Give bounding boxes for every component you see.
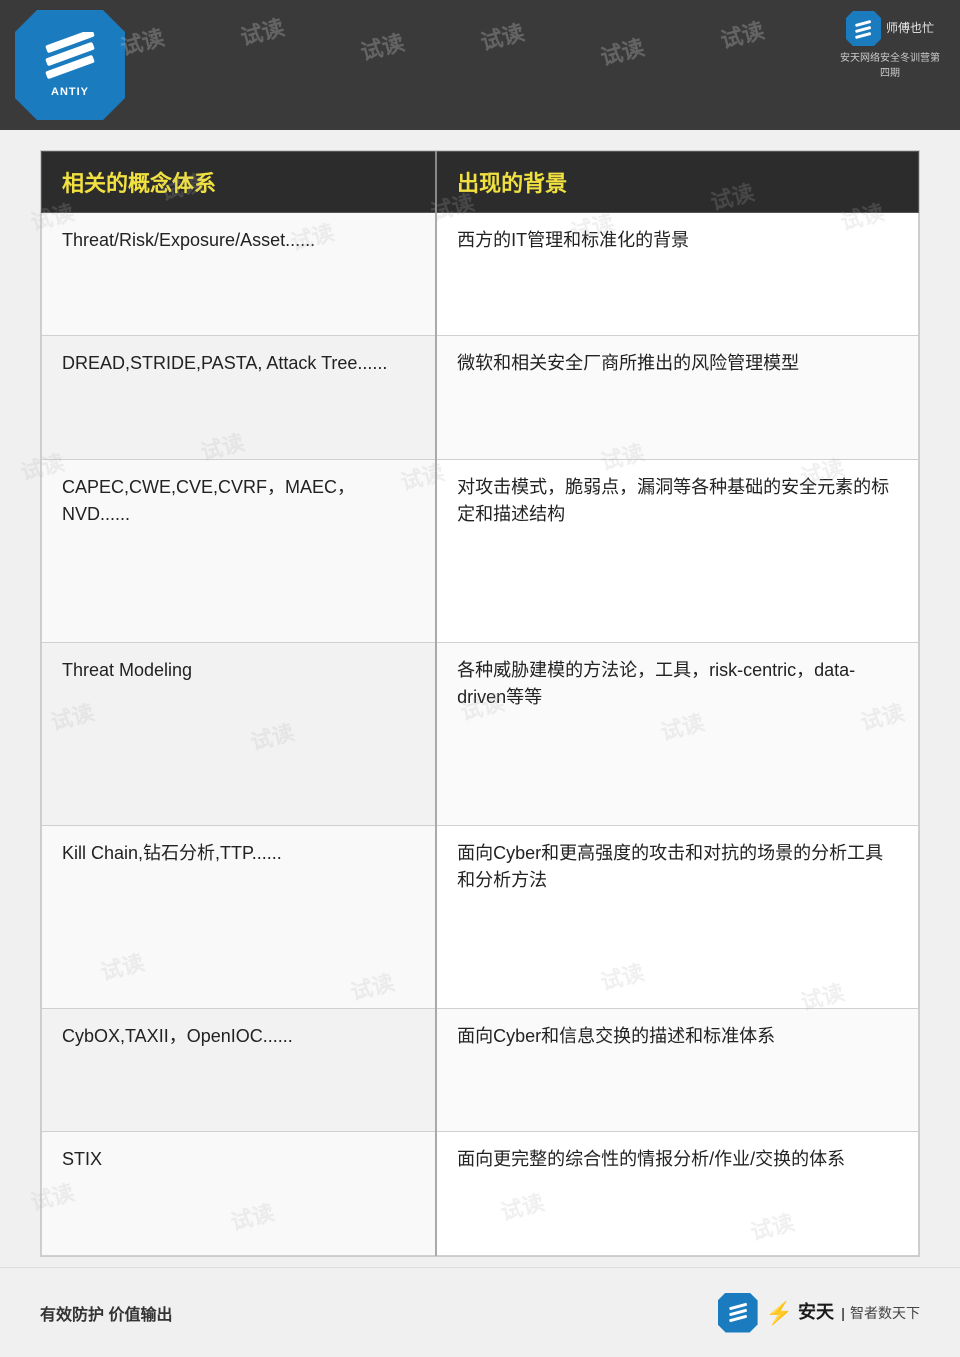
table-row: DREAD,STRIDE,PASTA, Attack Tree......微软和… [42,336,919,459]
main-content: 相关的概念体系 出现的背景 Threat/Risk/Exposure/Asset… [40,150,920,1257]
left-cell-5: CybOX,TAXII，OpenIOC...... [42,1008,437,1131]
logo-text: ANTIY [51,86,89,98]
footer: 有效防护 价值输出 ⚡ 安天 | 智者数天下 [0,1267,960,1357]
left-header: 相关的概念体系 [42,152,437,213]
footer-brand-name: ⚡ 安天 | 智者数天下 [766,1298,920,1326]
left-cell-0: Threat/Risk/Exposure/Asset...... [42,213,437,336]
table-row: CAPEC,CWE,CVE,CVRF，MAEC，NVD......对攻击模式，脆… [42,459,919,642]
header-watermark-2: 试读 [237,10,288,52]
right-header: 出现的背景 [436,152,918,213]
footer-brand-block: ⚡ 安天 | 智者数天下 [766,1298,920,1326]
header-logo: ANTIY [15,10,125,120]
table-body: Threat/Risk/Exposure/Asset......西方的IT管理和… [42,213,919,1256]
header: ANTIY 试读 试读 试读 试读 试读 试读 师傅也忙 安天网络安全冬训营第四… [0,0,960,130]
header-right-main-text: 师傅也忙 [886,20,934,37]
header-right-logo-icon [846,11,881,46]
right-cell-0: 西方的IT管理和标准化的背景 [436,213,918,336]
table-row: STIX面向更完整的综合性的情报分析/作业/交换的体系 [42,1132,919,1256]
table-row: Threat/Risk/Exposure/Asset......西方的IT管理和… [42,213,919,336]
table-row: Kill Chain,钻石分析,TTP......面向Cyber和更高强度的攻击… [42,825,919,1008]
left-cell-6: STIX [42,1132,437,1256]
header-watermark-3: 试读 [357,25,408,67]
header-watermark-1: 试读 [117,20,168,62]
header-row: 相关的概念体系 出现的背景 [42,152,919,213]
table-header: 相关的概念体系 出现的背景 [42,152,919,213]
table-row: Threat Modeling各种威胁建模的方法论，工具，risk-centri… [42,642,919,825]
footer-tagline: 有效防护 价值输出 [40,1301,172,1325]
header-right-subtitle: 安天网络安全冬训营第四期 [840,49,940,79]
header-right-logo: 师傅也忙 安天网络安全冬训营第四期 [840,10,940,80]
logo-stripes [40,32,100,82]
table-row: CybOX,TAXII，OpenIOC......面向Cyber和信息交换的描述… [42,1008,919,1131]
left-cell-4: Kill Chain,钻石分析,TTP...... [42,825,437,1008]
footer-brand-sub: 智者数天下 [850,1305,920,1321]
left-cell-3: Threat Modeling [42,642,437,825]
footer-logo-icon [718,1293,758,1333]
right-cell-5: 面向Cyber和信息交换的描述和标准体系 [436,1008,918,1131]
right-cell-3: 各种威胁建模的方法论，工具，risk-centric，data-driven等等 [436,642,918,825]
header-right-text-block: 师傅也忙 [886,20,934,37]
left-cell-1: DREAD,STRIDE,PASTA, Attack Tree...... [42,336,437,459]
right-cell-2: 对攻击模式，脆弱点，漏洞等各种基础的安全元素的标定和描述结构 [436,459,918,642]
right-cell-6: 面向更完整的综合性的情报分析/作业/交换的体系 [436,1132,918,1256]
right-cell-4: 面向Cyber和更高强度的攻击和对抗的场景的分析工具和分析方法 [436,825,918,1008]
header-watermark-5: 试读 [597,30,648,72]
left-cell-2: CAPEC,CWE,CVE,CVRF，MAEC，NVD...... [42,459,437,642]
footer-logo: ⚡ 安天 | 智者数天下 [718,1293,920,1333]
header-watermark-6: 试读 [717,13,768,55]
footer-brand-chinese: 安天 [798,1302,834,1322]
content-table: 相关的概念体系 出现的背景 Threat/Risk/Exposure/Asset… [41,151,919,1256]
header-right-logo-group: 师傅也忙 [846,11,934,46]
right-cell-1: 微软和相关安全厂商所推出的风险管理模型 [436,336,918,459]
header-watermark-4: 试读 [477,15,528,57]
